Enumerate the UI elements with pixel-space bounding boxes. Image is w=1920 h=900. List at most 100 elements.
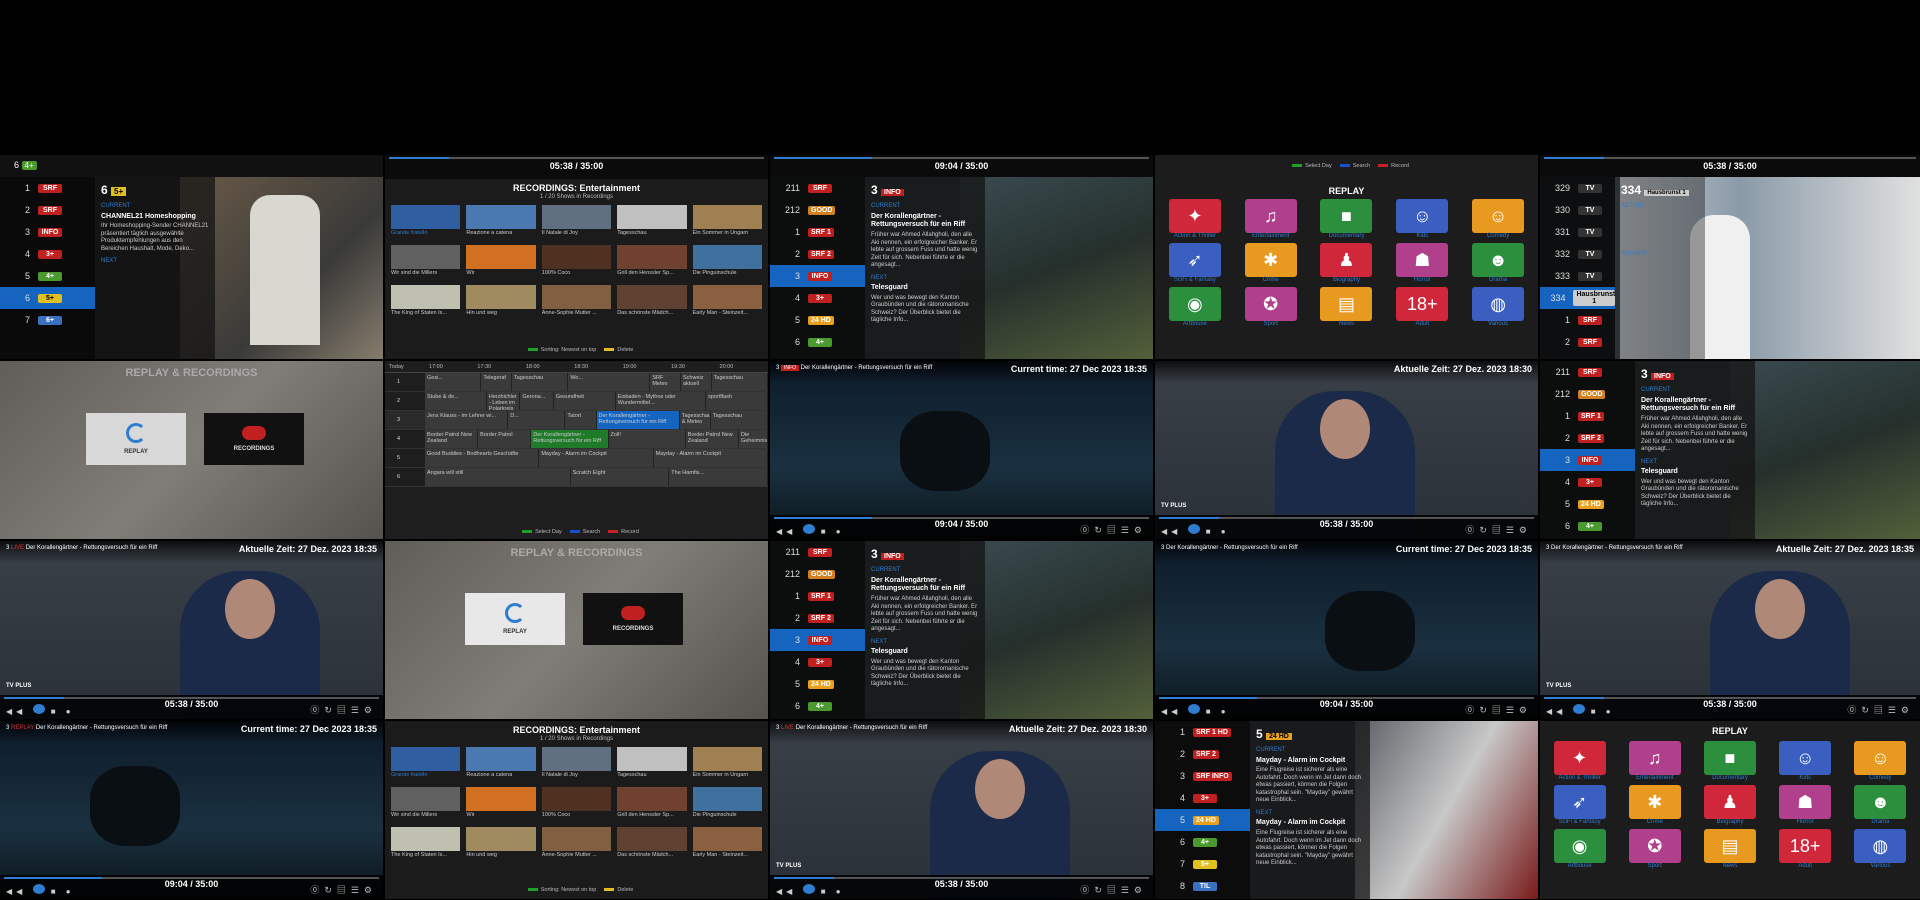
epg-program-cell[interactable]: Stube & de... <box>425 392 487 410</box>
epg-program-cell[interactable]: Der Korallengärtner - Rettungsversuch fü… <box>596 411 680 429</box>
replay-category-6[interactable]: ✱ Crime <box>1621 785 1688 825</box>
epg-program-cell[interactable]: D... <box>508 411 566 429</box>
epg-program-cell[interactable]: Tagesschau <box>711 373 768 391</box>
replay-category-11[interactable]: ✪ Sport <box>1237 287 1305 327</box>
replay-button[interactable]: REPLAY <box>86 413 186 465</box>
recording-item[interactable]: Early Man - Steinzeit... <box>692 285 762 321</box>
replay-category-13[interactable]: 18+ Adult <box>1772 829 1839 869</box>
replay-category-10[interactable]: ◉ Artbouse <box>1161 287 1229 327</box>
channel-row-selected[interactable]: 3 INFO <box>770 629 865 651</box>
recording-item[interactable]: Early Man - Steinzeit... <box>692 827 762 863</box>
recording-item[interactable]: 100% Coco <box>541 787 612 823</box>
recordings-button[interactable]: RECORDINGS <box>583 593 683 645</box>
channel-row[interactable]: 5 4+ <box>0 265 95 287</box>
replay-category-14[interactable]: ◍ Various <box>1847 829 1914 869</box>
recording-item[interactable]: Il Natale di Joy <box>541 747 612 783</box>
channel-row[interactable]: 6 4+ <box>770 695 865 717</box>
channel-row[interactable]: 8 TIL <box>1155 875 1250 897</box>
channel-row-selected[interactable]: 6 5+ <box>0 287 95 309</box>
epg-program-cell[interactable]: Jens Klauss - im Lehrer wi... <box>425 411 509 429</box>
channel-row[interactable]: 3 INFO <box>0 221 95 243</box>
recording-item[interactable]: Das schönste Mädch... <box>617 285 687 321</box>
recording-item[interactable]: Wir <box>466 245 536 281</box>
epg-program-cell[interactable]: Angara will still <box>425 468 571 486</box>
channel-row[interactable]: 212 GOOD <box>770 199 865 221</box>
epg-program-cell[interactable]: Gesi... <box>425 373 482 391</box>
channel-row[interactable]: 212 GOOD <box>1540 383 1635 405</box>
recording-item[interactable]: Il Natale di Joy <box>541 205 612 241</box>
channel-row[interactable]: 211 SRF <box>770 541 865 563</box>
epg-program-cell[interactable]: Wo... <box>568 373 651 391</box>
replay-category-12[interactable]: ▤ News <box>1696 829 1763 869</box>
recording-item[interactable]: Die Pinguinschule <box>692 245 762 281</box>
recording-item[interactable]: Das schönste Mädch... <box>617 827 687 863</box>
recording-item[interactable]: Reazione a catena <box>466 205 536 241</box>
replay-category-11[interactable]: ✪ Sport <box>1621 829 1688 869</box>
channel-row[interactable]: 4 3+ <box>770 651 865 673</box>
replay-category-9[interactable]: ☻ Drama <box>1847 785 1914 825</box>
recording-item[interactable]: Ein Sommer in Ungarn <box>692 205 762 241</box>
channel-row[interactable]: 6 4+ <box>1155 831 1250 853</box>
epg-program-cell[interactable]: Tagesschau <box>512 373 569 391</box>
recording-item[interactable]: Hin und weg <box>466 827 536 863</box>
recording-item[interactable]: Ein Sommer in Ungarn <box>692 747 762 783</box>
epg-program-cell[interactable]: Tagesschau & Meteo <box>679 411 711 429</box>
epg-program-cell[interactable]: Good Buddies - Bodhearts Geschäfte <box>425 449 540 467</box>
replay-category-8[interactable]: ☗ Horror <box>1772 785 1839 825</box>
epg-program-cell[interactable]: Mayday - Alarm im Cockpit <box>653 449 768 467</box>
epg-program-cell[interactable]: Tagesschau <box>710 411 768 429</box>
channel-row[interactable]: 1 SRF 1 <box>1540 405 1635 427</box>
channel-row[interactable]: 2 SRF 2 <box>1540 427 1635 449</box>
replay-category-13[interactable]: 18+ Adult <box>1388 287 1456 327</box>
replay-category-1[interactable]: ♫ Entertainment <box>1621 741 1688 781</box>
channel-row[interactable]: 2 SRF 2 <box>770 243 865 265</box>
replay-category-0[interactable]: ✦ Action & Thriller <box>1546 741 1613 781</box>
replay-category-5[interactable]: ➶ SciFi & Fantasy <box>1161 243 1229 283</box>
recording-item[interactable]: Die Pinguinschule <box>692 787 762 823</box>
channel-row[interactable]: 6 4+ <box>770 331 865 353</box>
epg-program-cell[interactable]: Border Patrol New Zealand <box>685 430 739 448</box>
channel-row[interactable]: 1 SRF <box>0 177 95 199</box>
recording-item[interactable]: Grande fratello <box>391 205 461 241</box>
epg-program-cell[interactable]: Zoll! <box>608 430 686 448</box>
replay-category-7[interactable]: ♟ Biography <box>1696 785 1763 825</box>
channel-row[interactable]: 7 5+ <box>1155 853 1250 875</box>
replay-category-6[interactable]: ✱ Crime <box>1237 243 1305 283</box>
recording-item[interactable]: The King of Staten Is... <box>391 285 461 321</box>
epg-program-cell[interactable]: Der Korallengärtner - Rettungsversuch fü… <box>531 430 609 448</box>
recording-item[interactable]: Wir <box>466 787 536 823</box>
replay-category-2[interactable]: ■ Documentary <box>1696 741 1763 781</box>
replay-category-4[interactable]: ☺ Comedy <box>1847 741 1914 781</box>
epg-program-cell[interactable]: Border Patrol New Zealand <box>425 430 479 448</box>
epg-program-cell[interactable]: Mayday - Alarm im Cockpit <box>539 449 654 467</box>
recording-item[interactable]: Tagesschau <box>617 747 687 783</box>
recordings-button[interactable]: RECORDINGS <box>204 413 304 465</box>
replay-category-8[interactable]: ☗ Horror <box>1388 243 1456 283</box>
recording-item[interactable]: Grill den Henssler Sp... <box>617 787 687 823</box>
epg-program-cell[interactable]: Telegeraf <box>481 373 512 391</box>
replay-category-0[interactable]: ✦ Action & Thriller <box>1161 199 1229 239</box>
recording-item[interactable]: Tagesschau <box>617 205 687 241</box>
channel-row[interactable]: 4 3+ <box>1540 471 1635 493</box>
channel-row[interactable]: 5 24 HD <box>770 673 865 695</box>
channel-row[interactable]: 6 4+ <box>1540 515 1635 537</box>
replay-category-7[interactable]: ♟ Biography <box>1313 243 1381 283</box>
epg-program-cell[interactable]: The Hamfis... <box>669 468 768 486</box>
channel-row[interactable]: 1 SRF 1 HD <box>1155 721 1250 743</box>
epg-program-cell[interactable]: Herzbichler - Leben im Polarkreis <box>486 392 521 410</box>
channel-row[interactable]: 2 SRF <box>0 199 95 221</box>
epg-program-cell[interactable]: SRF Meteo <box>650 373 681 391</box>
recording-item[interactable]: Hin und weg <box>466 285 536 321</box>
channel-row[interactable]: 2 SRF 2 <box>1155 743 1250 765</box>
epg-program-cell[interactable]: Die Geheimnisse <box>738 430 768 448</box>
epg-program-cell[interactable]: Tatort <box>565 411 597 429</box>
replay-category-5[interactable]: ➶ SciFi & Fantasy <box>1546 785 1613 825</box>
channel-row[interactable]: 1 SRF 1 <box>770 585 865 607</box>
replay-category-10[interactable]: ◉ Artbouse <box>1546 829 1613 869</box>
channel-row-selected[interactable]: 5 24 HD <box>1155 809 1250 831</box>
channel-row[interactable]: 4 3+ <box>1155 787 1250 809</box>
epg-program-cell[interactable]: sportflash <box>706 392 768 410</box>
epg-program-cell[interactable]: Border Patrol <box>478 430 532 448</box>
recording-item[interactable]: Grill den Henssler Sp... <box>617 245 687 281</box>
channel-row[interactable]: 3 SRF INFO <box>1155 765 1250 787</box>
